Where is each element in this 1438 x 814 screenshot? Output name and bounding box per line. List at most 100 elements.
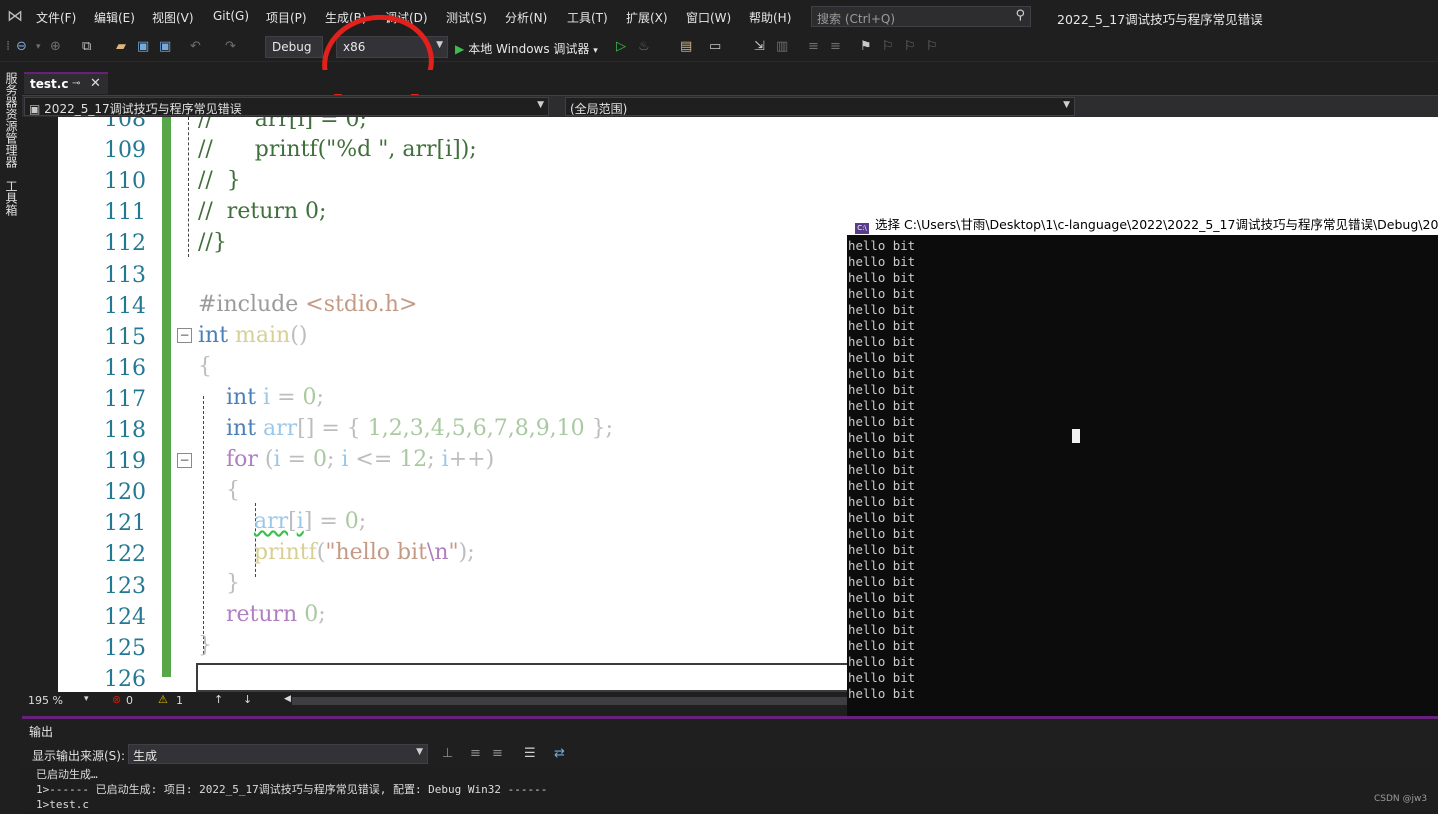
menu-window[interactable]: 窗口(W) <box>686 9 731 26</box>
next-issue-icon[interactable]: ↓ <box>243 693 252 706</box>
zoom-level[interactable]: 195 % <box>28 694 63 707</box>
step-icon[interactable]: ⇲ <box>754 39 765 55</box>
scroll-left-icon[interactable]: ◀ <box>284 694 291 704</box>
output-panel-title: 输出 <box>29 725 54 739</box>
solution-configuration-select[interactable]: Debug <box>265 36 323 58</box>
console-line: hello bit <box>848 366 916 381</box>
search-placeholder: 搜索 (Ctrl+Q) <box>817 12 896 26</box>
next-message-icon[interactable]: ≡ <box>492 746 503 761</box>
menu-file[interactable]: 文件(F) <box>36 9 76 26</box>
console-line: hello bit <box>848 654 916 669</box>
code-line-119: for (i = 0; i <= 12; i++) <box>225 447 495 472</box>
close-icon[interactable]: ✕ <box>90 76 101 91</box>
horizontal-scrollbar[interactable] <box>292 697 847 705</box>
collapse-main-icon[interactable]: − <box>177 328 192 343</box>
line-number: 125 <box>104 635 146 661</box>
code-line-111: // return 0; <box>198 199 327 224</box>
word-wrap-icon[interactable]: ⇄ <box>554 746 565 761</box>
comment-block-guide <box>188 117 189 257</box>
scope-dropdown[interactable]: (全局范围) ▼ <box>565 97 1075 116</box>
previous-issue-icon[interactable]: ↑ <box>214 693 223 706</box>
menu-project[interactable]: 项目(P) <box>266 9 307 26</box>
standard-toolbar: ⁞ ⊖ ▾ ⊕ ⧉ ▰ ▣ ▣ ↶ ↷ Debug x86 ▼ ▶ 本地 Wind… <box>0 32 1438 62</box>
visual-studio-logo-icon[interactable]: ⋈ <box>4 6 26 26</box>
line-number: 117 <box>104 386 146 412</box>
menu-extensions[interactable]: 扩展(X) <box>626 9 668 26</box>
console-line: hello bit <box>848 270 916 285</box>
error-count[interactable]: 0 <box>126 694 133 707</box>
chevron-down-icon: ▼ <box>537 100 544 110</box>
window-layout-icon[interactable]: ▭ <box>709 39 721 55</box>
solution-explorer-icon[interactable]: ▤ <box>680 39 692 55</box>
console-app-icon: C:\ <box>855 223 869 234</box>
indent-icon[interactable]: ≡ <box>830 39 841 55</box>
back-icon[interactable]: ⊖ <box>16 39 27 55</box>
zoom-dropdown-icon[interactable]: ▾ <box>84 694 89 704</box>
outdent-icon[interactable]: ≡ <box>808 39 819 55</box>
console-line: hello bit <box>848 670 916 685</box>
menu-view[interactable]: 视图(V) <box>152 9 194 26</box>
output-line: 1>test.c <box>36 798 89 811</box>
open-file-icon[interactable]: ▰ <box>116 39 126 55</box>
line-number: 111 <box>104 200 146 226</box>
menu-analyze[interactable]: 分析(N) <box>505 9 547 26</box>
line-number: 124 <box>104 604 146 630</box>
console-line: hello bit <box>848 478 916 493</box>
line-number: 110 <box>104 169 146 195</box>
comment-icon[interactable]: ▥ <box>776 39 788 55</box>
new-project-icon[interactable]: ⧉ <box>82 39 91 55</box>
configuration-value: Debug <box>272 40 312 54</box>
menu-git[interactable]: Git(G) <box>213 9 249 23</box>
back-dropdown-icon[interactable]: ▾ <box>36 39 41 55</box>
menu-tools[interactable]: 工具(T) <box>567 9 608 26</box>
code-line-115: int main() <box>198 323 308 348</box>
bookmark-icon[interactable]: ⚑ <box>860 39 872 55</box>
undo-icon[interactable]: ↶ <box>190 39 201 55</box>
menu-test[interactable]: 测试(S) <box>446 9 487 26</box>
chevron-down-icon: ▼ <box>416 747 423 757</box>
play-icon: ▶ <box>455 42 465 56</box>
go-to-message-icon[interactable]: ⊥ <box>442 746 453 761</box>
line-number: 122 <box>104 542 146 568</box>
previous-message-icon[interactable]: ≡ <box>470 746 481 761</box>
debugger-label: 本地 Windows 调试器 <box>468 42 590 56</box>
line-number: 120 <box>104 480 146 506</box>
search-input[interactable]: 搜索 (Ctrl+Q) ⚲ <box>811 6 1031 27</box>
menu-edit[interactable]: 编辑(E) <box>94 9 135 26</box>
code-line-120: { <box>225 478 240 503</box>
console-line: hello bit <box>848 462 916 477</box>
output-line: 1>------ 已启动生成: 项目: 2022_5_17调试技巧与程序常见错误… <box>36 783 548 796</box>
server-explorer-tab[interactable]: 服务器资源管理器 <box>3 72 20 168</box>
console-title-bar[interactable]: C:\ 选择 C:\Users\甘雨\Desktop\1\c-language\2… <box>847 208 1438 235</box>
line-number: 108 <box>104 117 146 132</box>
redo-icon[interactable]: ↷ <box>225 39 236 55</box>
warning-icon: ⚠ <box>158 693 168 706</box>
output-source-select[interactable]: 生成 ▼ <box>128 744 428 764</box>
clear-bookmarks-icon[interactable]: ⚐ <box>926 39 938 55</box>
output-text: 已启动生成… 1>------ 已启动生成: 项目: 2022_5_17调试技巧与… <box>22 767 1438 814</box>
navigation-bar: ▣ 2022_5_17调试技巧与程序常见错误 ▼ (全局范围) ▼ <box>22 95 1438 117</box>
line-number: 121 <box>104 511 146 537</box>
code-line-123: } <box>225 571 240 596</box>
project-dropdown[interactable]: ▣ 2022_5_17调试技巧与程序常见错误 ▼ <box>24 97 549 116</box>
code-line-110: // } <box>198 168 241 193</box>
clear-all-icon[interactable]: ☰ <box>524 746 536 761</box>
toolbox-tab[interactable]: 工具箱 <box>3 180 20 216</box>
code-line-112: //} <box>198 230 227 255</box>
console-window[interactable]: C:\ 选择 C:\Users\甘雨\Desktop\1\c-language\2… <box>847 208 1438 716</box>
save-icon[interactable]: ▣ <box>137 39 149 55</box>
previous-bookmark-icon[interactable]: ⚐ <box>882 39 894 55</box>
next-bookmark-icon[interactable]: ⚐ <box>904 39 916 55</box>
start-debugging-button[interactable]: ▶ 本地 Windows 调试器 ▾ <box>455 40 598 57</box>
hot-reload-icon[interactable]: ♨ <box>638 39 650 55</box>
collapse-for-icon[interactable]: − <box>177 453 192 468</box>
save-all-icon[interactable]: ▣ <box>159 39 171 55</box>
current-line-highlight <box>196 663 856 692</box>
pin-icon[interactable]: ⊸ <box>72 78 80 89</box>
start-without-debugging-icon[interactable]: ▷ <box>616 39 626 55</box>
console-line: hello bit <box>848 574 916 589</box>
menu-help[interactable]: 帮助(H) <box>749 9 791 26</box>
warning-count[interactable]: 1 <box>176 694 183 707</box>
tab-test-c[interactable]: test.c ⊸ ✕ <box>24 72 108 94</box>
forward-icon[interactable]: ⊕ <box>50 39 61 55</box>
